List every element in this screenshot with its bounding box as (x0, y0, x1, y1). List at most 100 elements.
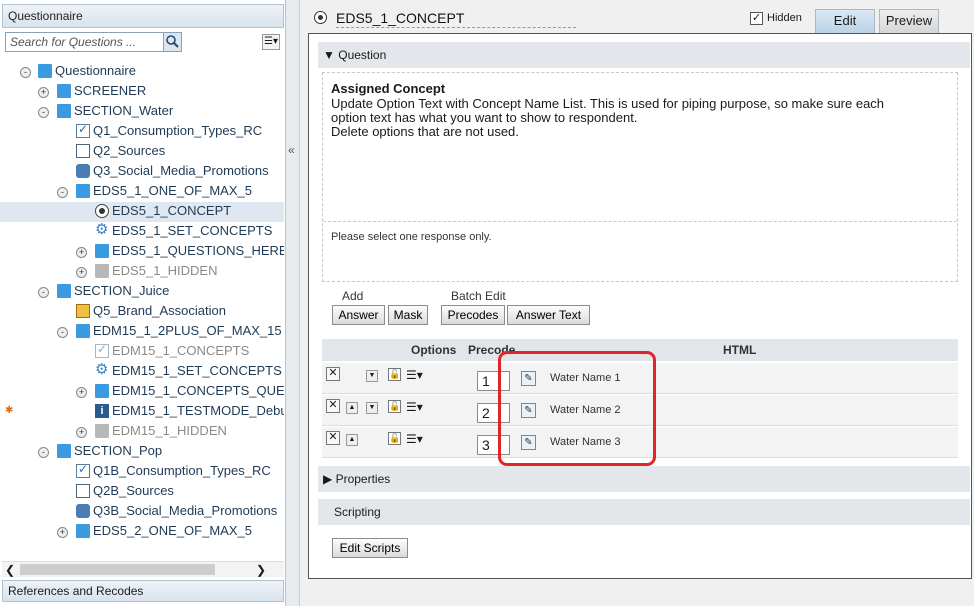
expand-toggle-icon[interactable]: + (76, 247, 87, 258)
move-down-icon[interactable]: ▼ (366, 402, 378, 414)
hidden-label: Hidden (767, 12, 802, 24)
tree-node-q2b[interactable]: Q2B_Sources (93, 481, 174, 501)
expand-toggle-icon[interactable]: + (76, 267, 87, 278)
highlight-annotation-box (498, 351, 656, 466)
add-answer-button[interactable]: Answer (332, 305, 385, 325)
folder-icon (95, 384, 109, 398)
tree-node-edm15-set-concepts[interactable]: EDM15_1_SET_CONCEPTS (112, 361, 282, 381)
folder-icon (57, 444, 71, 458)
scripting-label: Scripting (334, 505, 381, 519)
tree-node-q1[interactable]: Q1_Consumption_Types_RC (93, 121, 262, 141)
delete-icon[interactable]: ✕ (326, 399, 340, 413)
tree-node-q1b[interactable]: Q1B_Consumption_Types_RC (93, 461, 271, 481)
tree-node-section-juice[interactable]: SECTION_Juice (74, 281, 169, 301)
tree-node-eds5-one-of-max[interactable]: EDS5_1_ONE_OF_MAX_5 (93, 181, 252, 201)
search-icon (166, 35, 179, 48)
tab-edit[interactable]: Edit (815, 9, 875, 33)
tree-node-q2[interactable]: Q2_Sources (93, 141, 165, 161)
add-label: Add (342, 289, 364, 303)
tree-node-eds5-concept[interactable]: EDS5_1_CONCEPT (112, 201, 231, 221)
questionnaire-panel: Questionnaire Search for Questions ... ☰… (0, 0, 286, 606)
tree-horizontal-scrollbar[interactable]: ❮ ❯ (2, 561, 284, 577)
question-name[interactable]: EDS5_1_CONCEPT (336, 10, 576, 28)
row-menu-icon[interactable]: ☰▾ (406, 400, 423, 414)
collapse-toggle-icon[interactable]: - (38, 107, 49, 118)
tab-preview[interactable]: Preview (879, 9, 939, 33)
tree-node-questionnaire[interactable]: Questionnaire (55, 61, 136, 81)
search-input[interactable]: Search for Questions ... (5, 32, 182, 52)
folder-icon (57, 284, 71, 298)
tree-node-section-pop[interactable]: SECTION_Pop (74, 441, 162, 461)
row-menu-icon[interactable]: ☰▾ (406, 368, 423, 382)
question-title: Assigned Concept (331, 81, 446, 96)
tree-node-edm15-2plus[interactable]: EDM15_1_2PLUS_OF_MAX_15 (93, 321, 282, 341)
tree-node-eds5-set-concepts[interactable]: EDS5_1_SET_CONCEPTS (112, 221, 272, 241)
folder-icon (38, 64, 52, 78)
folder-icon (57, 104, 71, 118)
tree-node-screener[interactable]: SCREENER (74, 81, 146, 101)
gear-icon: ⚙ (95, 361, 109, 378)
hidden-checkbox[interactable]: ✓ (750, 12, 763, 25)
required-marker-icon: ✱ (5, 405, 14, 416)
search-button[interactable] (163, 33, 181, 51)
checkbox-question-icon (76, 122, 90, 138)
lock-icon[interactable]: 🔓 (388, 400, 401, 413)
tree-node-edm15-hidden[interactable]: EDM15_1_HIDDEN (112, 421, 227, 441)
question-text-area[interactable]: Assigned Concept Update Option Text with… (322, 72, 958, 282)
lock-icon[interactable]: 🔓 (388, 368, 401, 381)
tree-node-eds5-hidden[interactable]: EDS5_1_HIDDEN (112, 261, 218, 281)
tree-node-edm15-concepts[interactable]: EDM15_1_CONCEPTS (112, 341, 249, 361)
gear-icon: ⚙ (95, 221, 109, 238)
expand-toggle-icon[interactable]: + (57, 527, 68, 538)
expand-toggle-icon[interactable]: + (76, 427, 87, 438)
tree-node-eds5-questions-here[interactable]: EDS5_1_QUESTIONS_HERE (112, 241, 284, 261)
collapse-toggle-icon[interactable]: - (57, 187, 68, 198)
delete-icon[interactable]: ✕ (326, 367, 340, 381)
properties-section-header[interactable]: ▶ Properties (318, 466, 970, 492)
row-menu-icon[interactable]: ☰▾ (406, 432, 423, 446)
expand-toggle-icon[interactable]: + (38, 87, 49, 98)
tree-options-menu-icon[interactable]: ☰▾ (262, 34, 280, 50)
properties-label: Properties (335, 472, 391, 486)
folder-icon (57, 84, 71, 98)
collapse-toggle-icon[interactable]: - (57, 327, 68, 338)
scripting-section-header[interactable]: Scripting (318, 499, 970, 525)
tree-node-q5[interactable]: Q5_Brand_Association (93, 301, 226, 321)
delete-icon[interactable]: ✕ (326, 431, 340, 445)
scroll-left-icon[interactable]: ❮ (5, 562, 15, 578)
batch-edit-label: Batch Edit (451, 289, 506, 303)
move-up-icon[interactable]: ▲ (346, 434, 358, 446)
collapse-toggle-icon[interactable]: - (38, 447, 49, 458)
panel-splitter[interactable]: « (286, 0, 300, 606)
social-question-icon (76, 504, 90, 518)
instruction-text[interactable]: Please select one response only. (331, 231, 492, 243)
scroll-right-icon[interactable]: ❯ (256, 562, 266, 578)
folder-icon (95, 244, 109, 258)
tree-node-eds5-2[interactable]: EDS5_2_ONE_OF_MAX_5 (93, 521, 252, 541)
social-question-icon (76, 164, 90, 178)
tree-node-section-water[interactable]: SECTION_Water (74, 101, 173, 121)
tree-node-edm15-concepts-questions[interactable]: EDM15_1_CONCEPTS_QUESTIONS (112, 381, 284, 401)
answer-text-button[interactable]: Answer Text (507, 305, 590, 325)
tree-node-edm15-testmode[interactable]: EDM15_1_TESTMODE_Debug (112, 401, 284, 421)
radio-question-icon (95, 204, 109, 218)
references-header[interactable]: References and Recodes (2, 580, 284, 602)
collapse-toggle-icon[interactable]: - (38, 287, 49, 298)
move-up-icon[interactable]: ▲ (346, 402, 358, 414)
questionnaire-header: Questionnaire (2, 4, 284, 28)
question-section-header[interactable]: ▼ Question (318, 42, 970, 68)
precodes-button[interactable]: Precodes (441, 305, 505, 325)
scroll-thumb[interactable] (20, 564, 215, 575)
expand-toggle-icon[interactable]: + (76, 387, 87, 398)
edit-scripts-button[interactable]: Edit Scripts (332, 538, 408, 558)
move-down-icon[interactable]: ▼ (366, 370, 378, 382)
lock-icon[interactable]: 🔓 (388, 432, 401, 445)
hidden-folder-icon (95, 264, 109, 278)
tree-node-q3[interactable]: Q3_Social_Media_Promotions (93, 161, 269, 181)
info-icon: i (95, 404, 109, 418)
tree-node-q3b[interactable]: Q3B_Social_Media_Promotions (93, 501, 277, 521)
checkbox-question-icon (76, 462, 90, 478)
add-mask-button[interactable]: Mask (388, 305, 428, 325)
collapse-toggle-icon[interactable]: - (20, 67, 31, 78)
collapse-panel-icon[interactable]: « (288, 143, 295, 157)
